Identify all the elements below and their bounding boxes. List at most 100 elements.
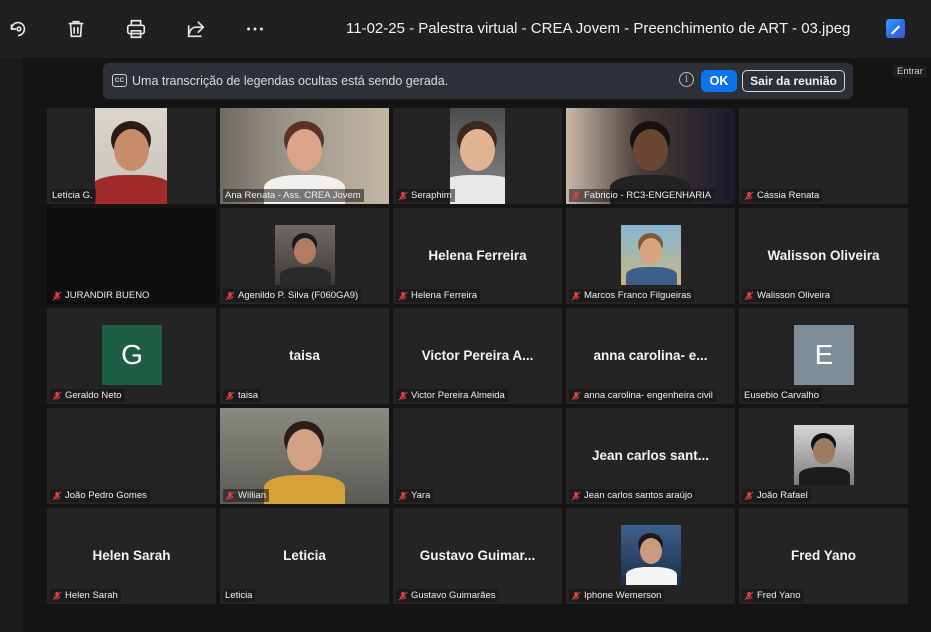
participant-tile[interactable]: Victor Pereira A... Victor Pereira Almeid… (393, 308, 562, 404)
viewer-toolbar: 11-02-25 - Palestra virtual - CREA Jovem… (0, 0, 931, 58)
participant-tile[interactable]: Helena Ferreira Helena Ferreira (393, 208, 562, 304)
participant-tile[interactable]: Seraphim (393, 108, 562, 204)
participant-name-tag: Geraldo Neto (50, 389, 125, 402)
participant-video (621, 525, 681, 585)
mic-muted-icon (52, 290, 62, 301)
participant-display-name: Gustavo Guimar... (419, 548, 536, 563)
participant-name: Cássia Renata (757, 190, 820, 201)
participant-name-tag: Helen Sarah (50, 589, 121, 602)
participant-tile[interactable]: Cássia Renata (739, 108, 908, 204)
participant-video (275, 225, 335, 285)
participant-tile[interactable]: Gustavo Guimar... Gustavo Guimarães (393, 508, 562, 604)
participant-name-tag: Jean carlos santos araújo (569, 489, 696, 502)
participant-tile[interactable]: João Pedro Gomes (47, 408, 216, 504)
participant-name: João Rafael (757, 490, 808, 501)
closed-caption-icon: CC (112, 74, 127, 87)
participant-name-tag: Iphone Wemerson (569, 589, 665, 602)
participant-name: João Pedro Gomes (65, 490, 147, 501)
participant-name: Gustavo Guimarães (411, 590, 496, 601)
print-button[interactable] (121, 14, 151, 44)
participant-tile[interactable]: Helen Sarah Helen Sarah (47, 508, 216, 604)
participant-name-tag: Gustavo Guimarães (396, 589, 499, 602)
participant-video (621, 225, 681, 285)
participant-name: Jean carlos santos araújo (584, 490, 693, 501)
mic-muted-icon (571, 290, 581, 301)
participant-video (794, 425, 854, 485)
participant-name-tag: João Pedro Gomes (50, 489, 150, 502)
participant-tile[interactable]: anna carolina- e... anna carolina- engenh… (566, 308, 735, 404)
info-icon[interactable]: i (679, 72, 694, 87)
mic-muted-icon (398, 490, 408, 501)
caption-notification: CC Uma transcrição de legendas ocultas e… (103, 63, 853, 99)
participant-tile[interactable]: Leticia Leticia (220, 508, 389, 604)
participant-tile[interactable]: Marcos Franco Filgueiras (566, 208, 735, 304)
participant-name: Marcos Franco Filgueiras (584, 290, 692, 301)
participant-name: Letícia G. (52, 190, 93, 201)
participant-tile[interactable]: Jean carlos sant... Jean carlos santos ar… (566, 408, 735, 504)
participant-tile[interactable]: G Geraldo Neto (47, 308, 216, 404)
mic-muted-icon (571, 490, 581, 501)
participant-name: Agenildo P. Silva (F060GA9) (238, 290, 359, 301)
more-icon (247, 27, 263, 31)
participant-tile[interactable]: taisa taisa (220, 308, 389, 404)
ok-button[interactable]: OK (701, 70, 737, 92)
delete-icon (68, 20, 84, 38)
participant-name-tag: Yara (396, 489, 434, 502)
participant-display-name: Fred Yano (790, 548, 857, 563)
mic-muted-icon (398, 290, 408, 301)
rotate-button[interactable] (3, 14, 33, 44)
participant-name-tag: Marcos Franco Filgueiras (569, 289, 695, 302)
mic-muted-icon (52, 390, 62, 401)
mic-muted-icon (52, 590, 62, 601)
participant-display-name: Jean carlos sant... (591, 448, 710, 463)
participant-name-tag: Cássia Renata (742, 189, 823, 202)
share-icon (187, 21, 205, 38)
participant-name: Fred Yano (757, 590, 801, 601)
mic-muted-icon (398, 590, 408, 601)
participant-name: Ana Renata - Ass. CREA Jovem (225, 190, 361, 201)
participant-display-name: Helena Ferreira (428, 248, 527, 263)
participant-name-tag: anna carolina- engenheira civil (569, 389, 716, 402)
participant-tile[interactable]: E Eusebio Carvalho (739, 308, 908, 404)
participant-name: Walisson Oliveira (757, 290, 831, 301)
participant-name-tag: João Rafael (742, 489, 811, 502)
participant-tile[interactable]: Willian (220, 408, 389, 504)
more-button[interactable] (240, 14, 270, 44)
participant-tile[interactable]: Walisson Oliveira Walisson Oliveira (739, 208, 908, 304)
delete-button[interactable] (61, 14, 91, 44)
mic-muted-icon (398, 390, 408, 401)
participant-tile[interactable]: JURANDIR BUENO (47, 208, 216, 304)
participant-name-tag: Agenildo P. Silva (F060GA9) (223, 289, 362, 302)
mic-muted-icon (571, 190, 581, 201)
participant-display-name: anna carolina- e... (593, 348, 708, 363)
mic-muted-icon (744, 590, 754, 601)
participant-display-name: taisa (289, 348, 320, 363)
share-button[interactable] (181, 14, 211, 44)
mic-muted-icon (225, 290, 235, 301)
participant-name-tag: Helena Ferreira (396, 289, 480, 302)
participant-name: Helena Ferreira (411, 290, 477, 301)
participant-tile[interactable]: Letícia G. (47, 108, 216, 204)
participant-name-tag: Willian (223, 489, 269, 502)
participant-tile[interactable]: Agenildo P. Silva (F060GA9) (220, 208, 389, 304)
enhance-icon[interactable] (886, 19, 905, 38)
participant-tile[interactable]: Ana Renata - Ass. CREA Jovem (220, 108, 389, 204)
participant-tile[interactable]: Yara (393, 408, 562, 504)
caption-notification-text: Uma transcrição de legendas ocultas está… (132, 74, 449, 88)
mic-muted-icon (225, 390, 235, 401)
mic-muted-icon (571, 390, 581, 401)
participant-name: Iphone Wemerson (584, 590, 662, 601)
participant-name-tag: Walisson Oliveira (742, 289, 834, 302)
participant-tile[interactable]: Fabricio - RC3-ENGENHARIA (566, 108, 735, 204)
leave-meeting-button[interactable]: Sair da reunião (742, 70, 845, 92)
participant-tile[interactable]: Iphone Wemerson (566, 508, 735, 604)
mic-muted-icon (571, 590, 581, 601)
participant-display-name: Victor Pereira A... (421, 348, 534, 363)
participant-avatar: E (794, 325, 854, 385)
mic-muted-icon (52, 490, 62, 501)
participant-name: Seraphim (411, 190, 452, 201)
participant-tile[interactable]: João Rafael (739, 408, 908, 504)
participant-tile[interactable]: Fred Yano Fred Yano (739, 508, 908, 604)
participant-name-tag: Victor Pereira Almeida (396, 389, 508, 402)
participant-name-tag: Eusebio Carvalho (742, 389, 822, 402)
